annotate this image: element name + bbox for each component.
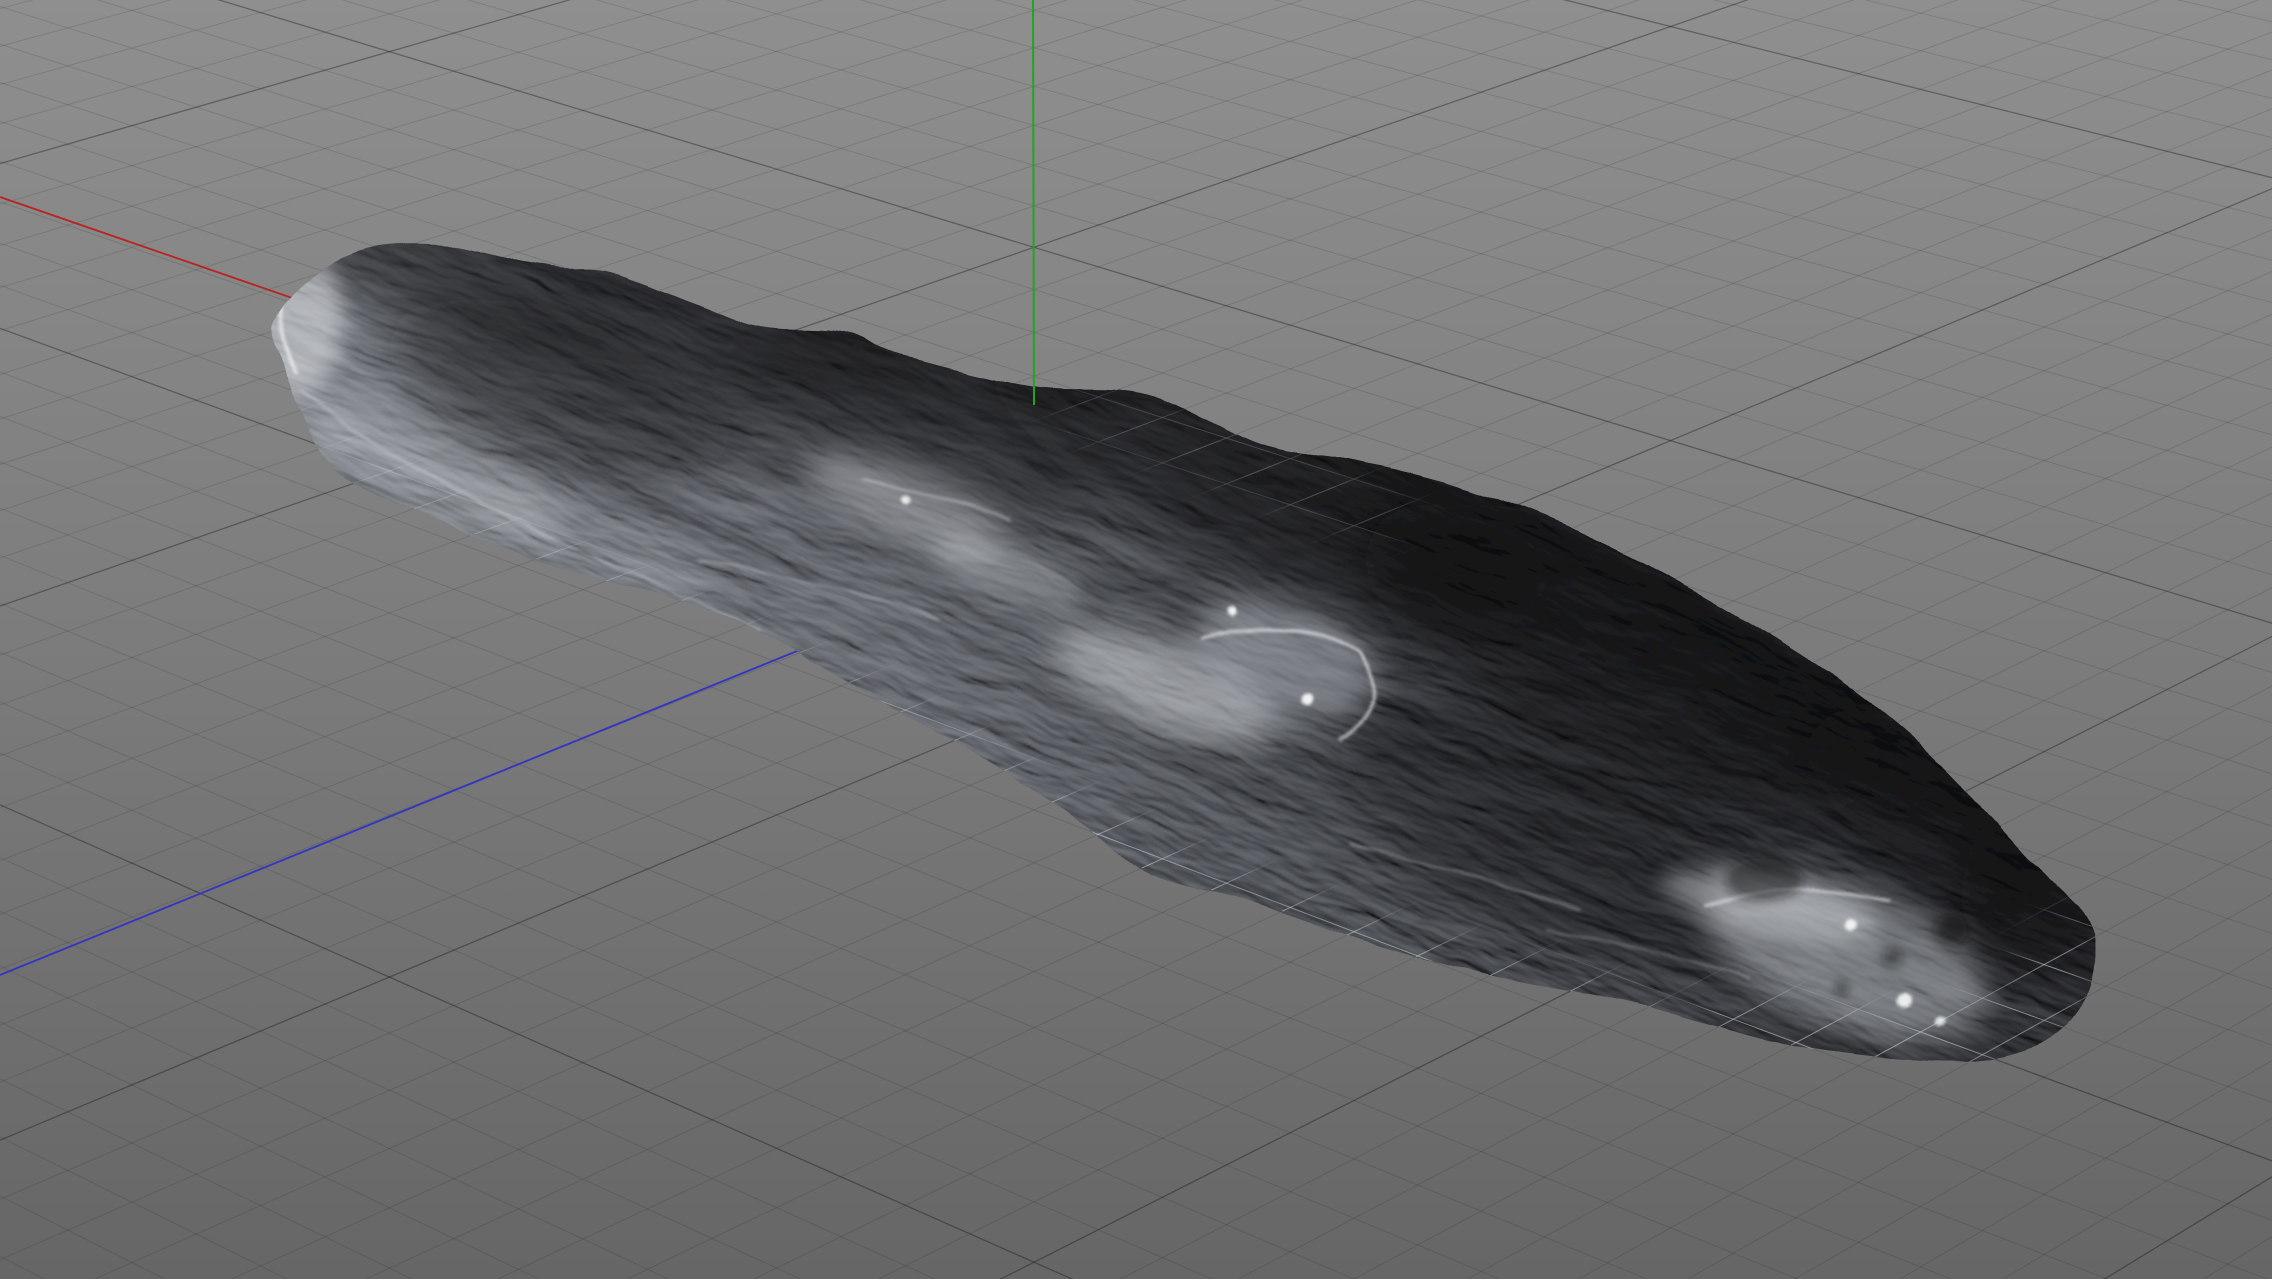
viewport-canvas[interactable]	[0, 0, 2272, 1279]
y-axis-line	[1033, 0, 1034, 405]
world-axis-vertical	[1033, 0, 1034, 405]
